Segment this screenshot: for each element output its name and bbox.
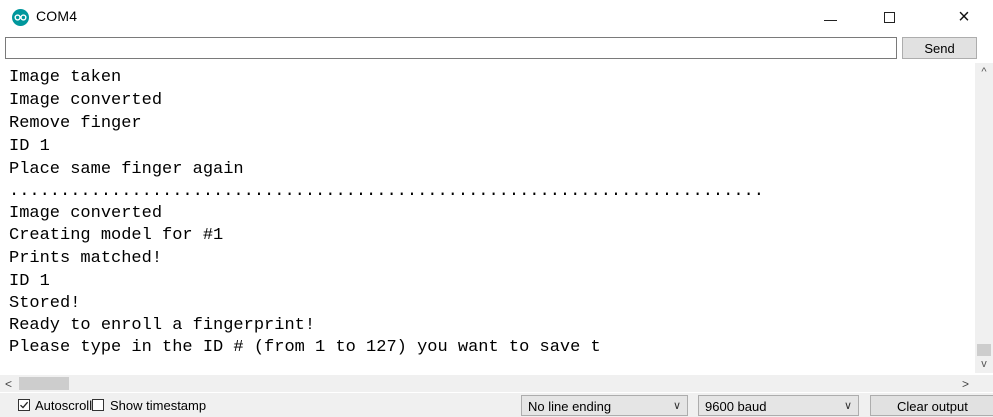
clear-output-label: Clear output	[897, 399, 968, 414]
maximize-button[interactable]	[866, 0, 912, 34]
scroll-down-icon[interactable]: v	[975, 355, 993, 373]
baud-rate-select[interactable]: 9600 baud ∨	[698, 395, 859, 416]
arduino-infinity-icon	[12, 9, 29, 26]
scroll-right-icon[interactable]: >	[957, 375, 974, 392]
close-button[interactable]: ×	[941, 0, 987, 34]
output-line: Stored!	[9, 294, 81, 313]
maximize-icon	[883, 11, 895, 23]
baud-rate-value: 9600 baud	[705, 399, 767, 414]
output-line: Image taken	[9, 68, 122, 87]
output-line: Image converted	[9, 204, 163, 223]
scrollbar-corner	[975, 375, 993, 392]
output-line: Ready to enroll a fingerprint!	[9, 316, 316, 335]
clear-output-button[interactable]: Clear output	[870, 395, 993, 416]
output-line: Please type in the ID # (from 1 to 127) …	[9, 338, 601, 357]
output-line: Remove finger	[9, 114, 142, 133]
window-title: COM4	[36, 8, 78, 24]
output-line: Prints matched!	[9, 249, 163, 268]
horizontal-scroll-thumb[interactable]	[19, 377, 69, 390]
scroll-left-icon[interactable]: <	[0, 375, 17, 392]
vertical-scrollbar[interactable]: ^ v	[975, 63, 993, 373]
autoscroll-label: Autoscroll	[35, 398, 93, 413]
output-line: ID 1	[9, 272, 50, 291]
checkmark-icon	[20, 401, 29, 409]
output-line: Image converted	[9, 91, 163, 110]
horizontal-scrollbar[interactable]: < >	[0, 375, 975, 392]
line-ending-select[interactable]: No line ending ∨	[521, 395, 688, 416]
serial-output: Image taken Image converted Remove finge…	[0, 63, 975, 373]
close-icon: ×	[958, 5, 970, 28]
output-line: ........................................…	[9, 182, 764, 201]
send-button[interactable]: Send	[902, 37, 977, 59]
output-line: ID 1	[9, 137, 50, 156]
title-bar: COM4 ×	[0, 0, 993, 34]
scroll-up-icon[interactable]: ^	[975, 63, 993, 81]
chevron-down-icon: ∨	[672, 400, 681, 412]
output-line: Place same finger again	[9, 160, 244, 179]
chevron-down-icon: ∨	[843, 400, 852, 412]
autoscroll-checkbox[interactable]	[18, 399, 30, 411]
serial-input[interactable]	[5, 37, 897, 59]
bottom-toolbar: Autoscroll Show timestamp No line ending…	[0, 393, 993, 417]
line-ending-value: No line ending	[528, 399, 612, 414]
minimize-icon	[823, 19, 837, 21]
minimize-button[interactable]	[807, 0, 853, 34]
show-timestamp-label: Show timestamp	[110, 398, 207, 413]
show-timestamp-checkbox[interactable]	[92, 399, 104, 411]
output-line: Creating model for #1	[9, 226, 224, 245]
